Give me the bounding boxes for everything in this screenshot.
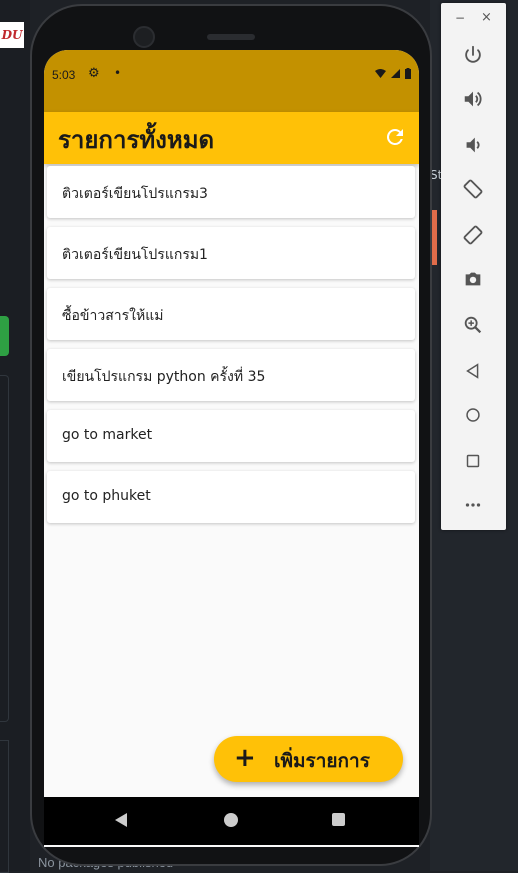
list-item[interactable]: เขียนโปรแกรม python ครั้งที่ 35 [47,349,415,401]
battery-icon [405,68,411,79]
list-item-text: go to market [62,427,153,443]
add-item-label: เพิ่มรายการ [274,750,370,772]
close-button[interactable]: × [481,10,492,25]
status-time: 5:03 [52,68,76,82]
gear-icon: ⚙ [88,66,100,81]
list-item-text: go to phuket [62,488,151,504]
home-circle-icon[interactable] [224,813,238,827]
signal-icon [391,69,401,78]
background-logo: DU [0,22,24,48]
home-icon[interactable] [459,401,487,429]
back-triangle-icon[interactable] [115,813,127,827]
speaker-grille [207,34,255,40]
more-icon[interactable] [459,491,487,519]
list-item[interactable]: ติวเตอร์เขียนโปรแกรม1 [47,227,415,279]
background-panel-lower [0,740,9,873]
minimize-button[interactable]: − [455,11,465,25]
status-bar: 5:03 ⚙ • [44,50,419,112]
list-item-text: เขียนโปรแกรม python ครั้งที่ 35 [62,369,266,385]
list-item[interactable]: ซื้อข้าวสารให้แม่ [47,288,415,340]
wifi-icon [375,69,387,78]
list-item-text: ติวเตอร์เขียนโปรแกรม1 [62,247,208,263]
list-item-text: ติวเตอร์เขียนโปรแกรม3 [62,186,208,202]
volume-down-icon[interactable] [459,131,487,159]
rotate-right-icon[interactable] [459,221,487,249]
dot-icon: • [114,66,122,80]
list-item-text: ซื้อข้าวสารให้แม่ [62,308,164,324]
volume-up-icon[interactable] [459,85,487,113]
background-panel [0,375,9,722]
emulator-toolbar: − × [441,3,506,530]
navigation-bar [44,797,419,845]
background-red-marker [432,210,437,265]
rotate-left-icon[interactable] [459,175,487,203]
list-item[interactable]: go to phuket [47,471,415,523]
recent-square-icon[interactable] [332,813,345,826]
background-green-button[interactable] [0,316,9,356]
app-bar: รายการทั้งหมด [44,112,419,164]
plus-icon: + [234,743,256,773]
refresh-icon[interactable] [383,125,407,149]
overview-icon[interactable] [459,447,487,475]
phone-screen: 5:03 ⚙ • รายการทั้งหมด ติวเตอร์เขียนโปรแ… [44,50,419,847]
camera-icon [133,26,155,48]
camera-icon[interactable] [459,265,487,293]
back-icon[interactable] [459,357,487,385]
system-status-icons [375,66,411,80]
zoom-icon[interactable] [459,311,487,339]
list-item[interactable]: ติวเตอร์เขียนโปรแกรม3 [47,166,415,218]
add-item-button[interactable]: + เพิ่มรายการ [214,736,403,782]
power-icon[interactable] [459,41,487,69]
list-item[interactable]: go to market [47,410,415,462]
page-title: รายการทั้งหมด [58,126,215,154]
todo-list: ติวเตอร์เขียนโปรแกรม3 ติวเตอร์เขียนโปรแก… [47,166,415,532]
